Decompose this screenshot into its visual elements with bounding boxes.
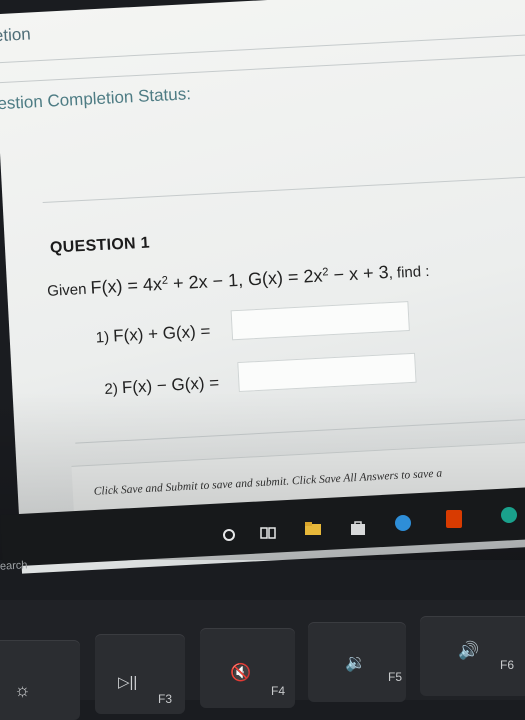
taskbar-search[interactable]: earch [0,559,28,572]
skype-icon[interactable] [394,514,412,537]
store-icon[interactable] [350,520,366,541]
f4-label: F4 [271,684,286,698]
laptop-screen: etion estion Completion Status: QUESTION… [0,0,525,574]
brightness-key[interactable] [0,640,80,720]
given-suffix: , find : [388,262,430,283]
part-2-answer-input[interactable] [237,352,417,393]
given-math-g: + 2x − 1, G(x) = 2x [167,265,323,294]
volume-down-icon: 🔉 [345,653,367,672]
volume-up-icon: 🔊 [458,641,480,660]
f5-label: F5 [388,670,403,684]
given-math-g-rest: − x + 3 [328,262,390,286]
edge-icon[interactable] [500,506,518,529]
part-1-label: 1) F(x) + G(x) = [95,321,211,347]
mute-icon: 🔇 [230,663,252,682]
question-completion-status: estion Completion Status: [0,84,192,114]
given-math-f: F(x) = 4x [90,273,163,298]
part-1-expression: F(x) + G(x) = [112,321,211,346]
question-text: Given F(x) = 4x2 + 2x − 1, G(x) = 2x2 − … [47,260,430,301]
file-explorer-icon[interactable] [305,522,321,541]
laptop-keyboard: ☼ ▷|| F3 🔇 F4 🔉 F5 🔊 F6 [0,600,525,720]
part-2-label: 2) F(x) − G(x) = [104,373,220,399]
play-pause-icon: ▷|| [118,674,138,691]
page-title: etion [0,24,32,46]
given-prefix: Given [46,280,92,300]
divider [42,174,525,204]
office-icon[interactable] [446,510,462,533]
part-1-answer-input[interactable] [230,301,410,341]
f6-label: F6 [500,658,515,672]
f3-label: F3 [158,692,173,706]
divider [75,416,525,444]
part-2-number: 2) [104,380,119,399]
task-view-icon[interactable] [260,526,276,545]
brightness-icon: ☼ [14,680,31,700]
question-title: QUESTION 1 [49,234,151,257]
cortana-icon[interactable] [222,528,236,547]
part-2-expression: F(x) − G(x) = [121,373,220,398]
part-1-number: 1) [95,328,110,347]
